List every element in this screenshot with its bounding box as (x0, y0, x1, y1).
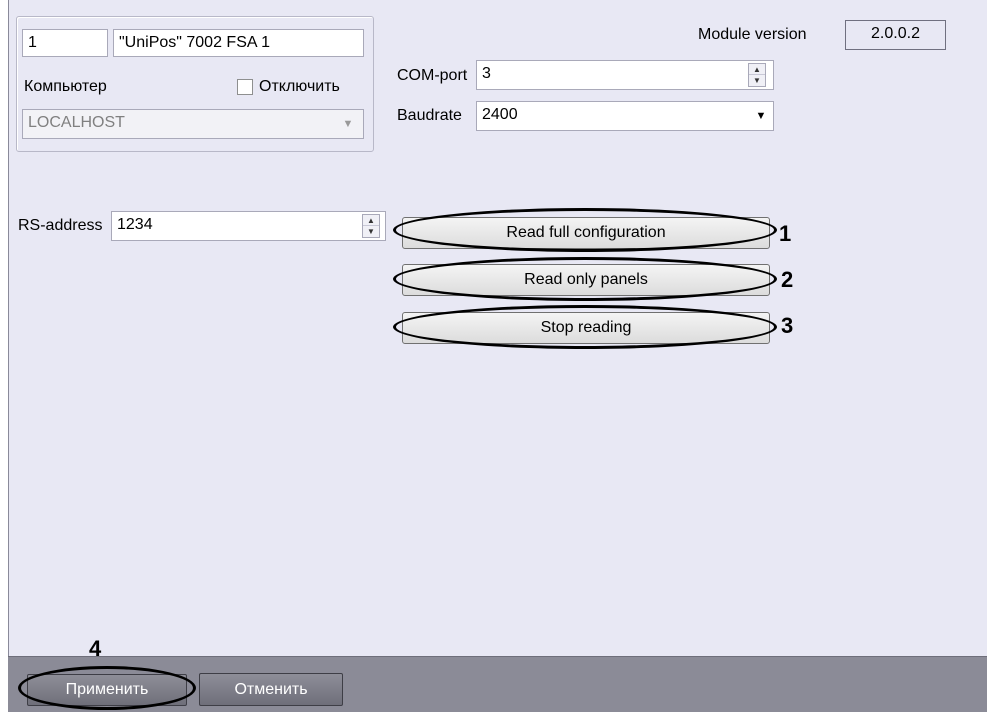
callout-number-3: 3 (781, 313, 794, 338)
baudrate-value: 2400 (482, 106, 518, 123)
rs-address-field[interactable]: 1234 (111, 211, 386, 241)
computer-select[interactable]: LOCALHOST (22, 109, 364, 139)
spin-up-down-icon[interactable]: ▲ ▼ (748, 63, 766, 87)
stop-reading-button[interactable]: Stop reading (402, 312, 770, 344)
chevron-down-icon[interactable]: ▼ (337, 114, 359, 134)
object-name-field[interactable]: "UniPos" 7002 FSA 1 (113, 29, 364, 57)
spin-down-icon[interactable]: ▼ (363, 226, 379, 237)
callout-number-1: 1 (779, 221, 792, 246)
apply-button[interactable]: Применить (27, 674, 187, 706)
baudrate-label: Baudrate (397, 107, 462, 124)
rs-address-label: RS-address (18, 217, 103, 234)
com-port-label: COM-port (397, 67, 468, 84)
baudrate-select[interactable]: 2400 (476, 101, 774, 131)
spin-up-icon[interactable]: ▲ (749, 64, 765, 75)
callout-number-2: 2 (781, 267, 794, 292)
spin-up-down-icon[interactable]: ▲ ▼ (362, 214, 380, 238)
read-only-panels-button[interactable]: Read only panels (402, 264, 770, 296)
callout-number-4: 4 (89, 636, 102, 661)
chevron-down-icon[interactable]: ▼ (750, 106, 772, 126)
computer-select-value: LOCALHOST (28, 114, 125, 131)
module-version-label: Module version (698, 26, 807, 43)
computer-label: Компьютер (24, 78, 107, 95)
spin-up-icon[interactable]: ▲ (363, 215, 379, 226)
object-id-field[interactable]: 1 (22, 29, 108, 57)
module-version-value: 2.0.0.2 (845, 20, 946, 50)
disable-checkbox[interactable] (237, 79, 253, 95)
disable-label: Отключить (259, 78, 340, 95)
com-port-field[interactable]: 3 (476, 60, 774, 90)
cancel-button[interactable]: Отменить (199, 673, 343, 706)
spin-down-icon[interactable]: ▼ (749, 75, 765, 86)
read-full-configuration-button[interactable]: Read full configuration (402, 217, 770, 249)
